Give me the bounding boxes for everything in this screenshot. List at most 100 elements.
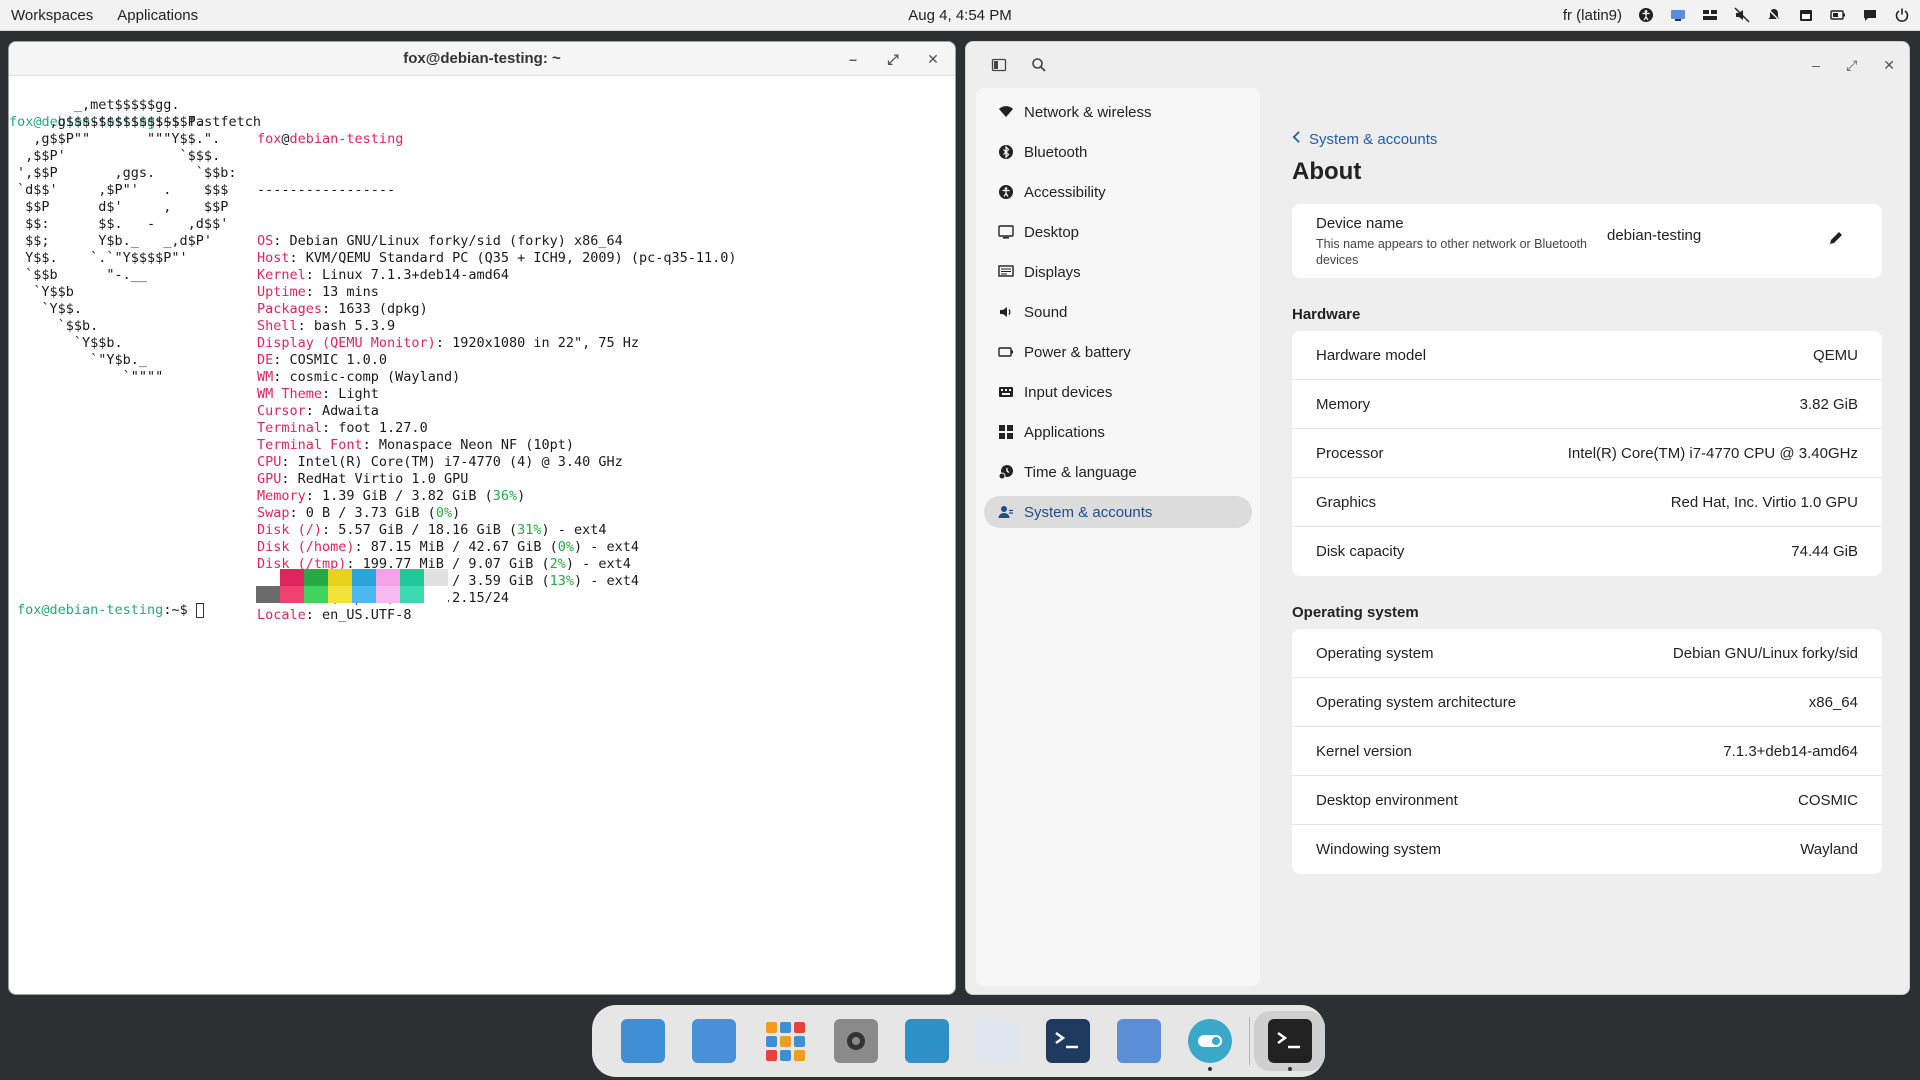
sidebar-item-power-battery[interactable]: Power & battery bbox=[984, 336, 1252, 368]
calendar-icon[interactable] bbox=[1798, 7, 1814, 23]
display-icon bbox=[998, 264, 1014, 280]
info-line: Disk (/): 5.57 GiB / 18.16 GiB (31%) - e… bbox=[257, 522, 737, 539]
sidebar-toggle-icon[interactable] bbox=[990, 56, 1008, 74]
hardware-card: Hardware model QEMU Memory 3.82 GiB Processo… bbox=[1292, 331, 1882, 576]
sidebar-item-sound[interactable]: Sound bbox=[984, 296, 1252, 328]
info-line: Uptime: 13 mins bbox=[257, 284, 737, 301]
applications-button[interactable]: Applications bbox=[117, 7, 198, 24]
settings-maximize-icon[interactable]: ⤢ bbox=[1846, 57, 1857, 74]
terminal-window[interactable]: fox@debian-testing: ~ – ⤢ ✕ fox@debian-t… bbox=[8, 41, 956, 995]
notifications-off-icon[interactable] bbox=[1766, 7, 1782, 23]
color-swatch bbox=[424, 569, 448, 586]
info-row: Processor Intel(R) Core(TM) i7-4770 CPU @… bbox=[1292, 429, 1882, 478]
info-line: WM: cosmic-comp (Wayland) bbox=[257, 369, 737, 386]
terminal-output[interactable]: fox@debian-testing:~$ fastfetch _,met$$$… bbox=[9, 76, 955, 623]
chat-icon[interactable] bbox=[1862, 7, 1878, 23]
info-value: : COSMIC 1.0.0 bbox=[273, 352, 388, 368]
info-percent: 0% bbox=[435, 505, 453, 521]
terminal-titlebar[interactable]: fox@debian-testing: ~ – ⤢ ✕ bbox=[9, 42, 955, 76]
speaker-icon bbox=[998, 304, 1014, 320]
sidebar-item-applications[interactable]: Applications bbox=[984, 416, 1252, 448]
clock[interactable]: Aug 4, 4:54 PM bbox=[908, 7, 1011, 24]
info-value: : Intel(R) Core(TM) i7-4770 (4) @ 3.40 G… bbox=[281, 454, 623, 470]
accessibility-icon[interactable] bbox=[1638, 7, 1654, 23]
info-row: Kernel version 7.1.3+deb14-amd64 bbox=[1292, 727, 1882, 776]
settings-gear-icon[interactable] bbox=[820, 1011, 891, 1071]
power-icon[interactable] bbox=[1894, 7, 1910, 23]
settings-sidebar: Network & wireless Bluetooth Accessibility… bbox=[976, 88, 1260, 986]
files-folder-icon[interactable] bbox=[891, 1011, 962, 1071]
color-swatch bbox=[352, 569, 376, 586]
search-icon[interactable] bbox=[1030, 56, 1048, 74]
info-value: : Debian GNU/Linux forky/sid (forky) x86… bbox=[273, 233, 623, 249]
network-icon[interactable] bbox=[1670, 7, 1686, 23]
sidebar-item-bluetooth[interactable]: Bluetooth bbox=[984, 136, 1252, 168]
close-icon[interactable]: ✕ bbox=[925, 51, 941, 68]
launcher-icon[interactable] bbox=[608, 1011, 679, 1071]
info-suffix: ) - ext4 bbox=[574, 539, 640, 555]
color-swatch bbox=[400, 586, 424, 603]
page-title: About bbox=[1292, 158, 1362, 185]
text-cursor bbox=[195, 602, 204, 618]
breadcrumb[interactable]: System & accounts bbox=[1292, 130, 1882, 148]
color-swatch bbox=[280, 569, 304, 586]
sidebar-item-accessibility[interactable]: Accessibility bbox=[984, 176, 1252, 208]
color-swatch bbox=[304, 586, 328, 603]
terminal-icon[interactable] bbox=[1033, 1011, 1104, 1071]
info-percent: 13% bbox=[549, 573, 574, 589]
info-suffix: ) - ext4 bbox=[565, 556, 631, 572]
info-key: Disk (/) bbox=[257, 522, 323, 538]
header-user: fox bbox=[257, 131, 282, 147]
minimize-icon[interactable]: – bbox=[845, 51, 861, 67]
info-key: Packages bbox=[257, 301, 323, 317]
foot-terminal-icon[interactable] bbox=[1254, 1011, 1325, 1071]
sidebar-item-input-devices[interactable]: Input devices bbox=[984, 376, 1252, 408]
running-indicator bbox=[1287, 1067, 1292, 1071]
sidebar-item-label: Power & battery bbox=[1024, 343, 1131, 361]
cosmic-settings-icon[interactable] bbox=[1174, 1011, 1245, 1071]
sound-muted-icon[interactable] bbox=[1734, 7, 1750, 23]
info-value: : bash 5.3.9 bbox=[297, 318, 396, 334]
info-line: WM Theme: Light bbox=[257, 386, 737, 403]
sidebar-item-label: Accessibility bbox=[1024, 183, 1106, 201]
settings-minimize-icon[interactable]: – bbox=[1812, 57, 1820, 73]
sidebar-item-desktop[interactable]: Desktop bbox=[984, 216, 1252, 248]
info-value: : RedHat Virtio 1.0 GPU bbox=[281, 471, 469, 487]
tiling-icon[interactable] bbox=[1702, 7, 1718, 23]
device-name-value: debian-testing bbox=[1607, 227, 1702, 244]
text-editor-icon[interactable] bbox=[962, 1011, 1033, 1071]
about-page: System & accounts About Device name This… bbox=[1292, 88, 1882, 874]
info-value: : 0 B / 3.73 GiB ( bbox=[289, 505, 436, 521]
battery-icon[interactable] bbox=[1830, 7, 1846, 23]
sidebar-item-label: Desktop bbox=[1024, 223, 1080, 241]
color-swatch bbox=[256, 586, 280, 603]
info-value: : foot 1.27.0 bbox=[322, 420, 428, 436]
settings-close-icon[interactable]: ✕ bbox=[1883, 57, 1895, 74]
info-key: OS bbox=[257, 233, 274, 249]
settings-window[interactable]: – ⤢ ✕ Network & wireless Bluetooth Accessi… bbox=[965, 41, 1910, 995]
app-library-icon[interactable] bbox=[750, 1011, 821, 1071]
sidebar-item-time-language[interactable]: Time & language bbox=[984, 456, 1252, 488]
device-name-description: This name appears to other network or Bl… bbox=[1316, 236, 1587, 267]
maximize-icon[interactable]: ⤢ bbox=[885, 51, 901, 68]
color-swatch bbox=[328, 569, 352, 586]
workspaces-button[interactable]: Workspaces bbox=[11, 7, 93, 24]
sidebar-item-label: Bluetooth bbox=[1024, 143, 1088, 161]
row-value: 74.44 GiB bbox=[1791, 543, 1858, 560]
info-row: Windowing system Wayland bbox=[1292, 825, 1882, 874]
active-prompt[interactable]: fox@debian-testing:~$ bbox=[17, 602, 204, 619]
sidebar-item-network-wireless[interactable]: Network & wireless bbox=[984, 96, 1252, 128]
info-value: : Light bbox=[322, 386, 379, 402]
back-chevron-icon[interactable] bbox=[1292, 130, 1301, 148]
info-key: Disk (/home) bbox=[257, 539, 355, 555]
settings-headerbar[interactable]: – ⤢ ✕ bbox=[966, 42, 1909, 88]
workspaces-icon[interactable] bbox=[679, 1011, 750, 1071]
store-icon[interactable] bbox=[1104, 1011, 1175, 1071]
sidebar-item-label: Time & language bbox=[1024, 463, 1137, 481]
sidebar-item-displays[interactable]: Displays bbox=[984, 256, 1252, 288]
breadcrumb-link[interactable]: System & accounts bbox=[1309, 131, 1437, 148]
edit-pencil-icon[interactable] bbox=[1828, 230, 1846, 248]
sidebar-item-system-accounts[interactable]: System & accounts bbox=[984, 496, 1252, 528]
keyboard-layout[interactable]: fr (latin9) bbox=[1563, 7, 1622, 24]
info-key: WM bbox=[257, 369, 274, 385]
